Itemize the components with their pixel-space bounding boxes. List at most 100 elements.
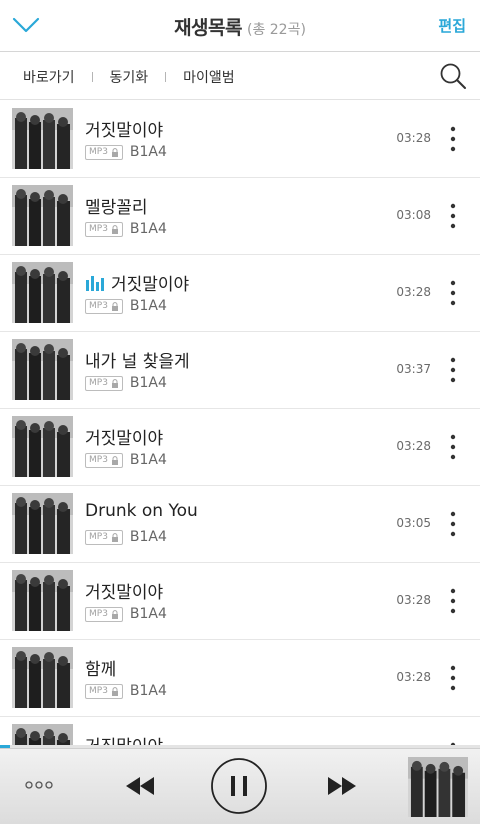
format-label: MP3 xyxy=(89,301,108,311)
artist-name: B1A4 xyxy=(129,375,167,391)
nav-my-album[interactable]: 마이앨범 xyxy=(183,67,235,87)
lock-icon xyxy=(111,224,118,234)
edit-button[interactable]: 편집 xyxy=(438,15,466,36)
player-menu-button[interactable] xyxy=(24,773,54,797)
playlist-row[interactable]: 내가 널 찾을게 MP3 B1A4 03:37 xyxy=(0,332,480,409)
duration: 03:05 xyxy=(396,516,431,530)
previous-icon xyxy=(126,777,154,795)
duration: 03:37 xyxy=(396,362,431,376)
song-title: 거짓말이야 xyxy=(85,583,164,603)
more-vertical-icon xyxy=(450,357,456,383)
more-vertical-icon xyxy=(450,126,456,152)
previous-button[interactable] xyxy=(124,775,156,797)
format-badge: MP3 xyxy=(85,298,123,314)
more-vertical-icon xyxy=(450,511,456,537)
song-title: 거짓말이야 xyxy=(111,275,190,295)
format-badge: MP3 xyxy=(85,683,123,699)
song-meta: MP3 B1A4 xyxy=(85,529,167,545)
more-options-button[interactable] xyxy=(443,356,463,384)
duration: 03:28 xyxy=(396,593,431,607)
search-button[interactable] xyxy=(438,61,468,91)
more-options-button[interactable] xyxy=(443,433,463,461)
divider xyxy=(165,72,167,82)
song-title: 거짓말이야 xyxy=(85,121,164,141)
playlist-row[interactable]: 거짓말이야 MP3B1A4 03:28 xyxy=(0,409,480,486)
song-title-wrap: 거짓말이야 xyxy=(85,116,163,141)
playlist-row[interactable]: Drunk on You MP3 B1A4 03:05 xyxy=(0,486,480,563)
sub-navigation: 바로가기 동기화 마이앨범 xyxy=(0,52,480,100)
more-options-button[interactable] xyxy=(443,202,463,230)
title-wrap: 재생목록 (총 22곡) xyxy=(0,13,480,40)
playlist-row[interactable]: 멜랑꼴리 MP3 B1A4 03:08 xyxy=(0,178,480,255)
playlist-row[interactable]: 거짓말이야MP3 B1A4 03:28 xyxy=(0,255,480,332)
more-options-button[interactable] xyxy=(443,279,463,307)
album-art-image xyxy=(12,339,73,400)
album-art xyxy=(12,262,73,323)
artist-name: B1A4 xyxy=(129,606,167,622)
more-options-button[interactable] xyxy=(443,587,463,615)
album-art-image xyxy=(12,262,73,323)
album-art xyxy=(12,416,73,477)
album-art xyxy=(12,493,73,554)
lock-icon xyxy=(111,686,118,696)
pause-icon xyxy=(211,758,267,814)
more-vertical-icon xyxy=(450,434,456,460)
more-options-button[interactable] xyxy=(443,125,463,153)
header: 재생목록 (총 22곡) 편집 xyxy=(0,0,480,52)
song-meta: MP3 B1A4 xyxy=(85,452,167,468)
album-art-image xyxy=(12,108,73,169)
more-options-button[interactable] xyxy=(443,664,463,692)
player-bar xyxy=(0,748,480,824)
album-art-image xyxy=(12,185,73,246)
song-meta: MP3 B1A4 xyxy=(85,375,167,391)
album-art xyxy=(12,570,73,631)
duration: 03:28 xyxy=(396,439,431,453)
format-badge: MP3 xyxy=(85,375,123,391)
format-label: MP3 xyxy=(89,686,108,696)
lock-icon xyxy=(111,455,118,465)
song-title-wrap: Drunk on You xyxy=(85,501,198,521)
playlist-row[interactable]: 거짓말이야 MP3 B1A4 03:28 xyxy=(0,563,480,640)
lock-icon xyxy=(111,301,118,311)
now-playing-equalizer-icon xyxy=(86,276,104,291)
next-button[interactable] xyxy=(326,775,358,797)
duration: 03:28 xyxy=(396,670,431,684)
album-art-image xyxy=(408,757,468,817)
nav-sync[interactable]: 동기화 xyxy=(110,67,149,87)
lock-icon xyxy=(111,378,118,388)
album-art-image xyxy=(12,493,73,554)
more-options-button[interactable] xyxy=(443,510,463,538)
duration: 03:28 xyxy=(396,285,431,299)
artist-name: B1A4 xyxy=(129,529,167,545)
playlist-row[interactable]: 함께 MP3 B1A4 03:28 xyxy=(0,640,480,717)
song-title: 함께 xyxy=(85,660,117,680)
song-title-wrap: 거짓말이야 xyxy=(85,270,189,295)
song-meta: MP3 B1A4 xyxy=(85,298,167,314)
nav-shortcut[interactable]: 바로가기 xyxy=(23,67,75,87)
song-title: 거짓말이야 xyxy=(85,429,164,449)
format-badge: MP3 xyxy=(85,452,123,468)
format-label: MP3 xyxy=(89,609,108,619)
quick-links: 바로가기 동기화 마이앨범 xyxy=(23,67,235,87)
format-badge: MP3 xyxy=(85,221,123,237)
pause-button[interactable] xyxy=(210,757,268,815)
divider xyxy=(91,72,93,82)
song-title-wrap: 거짓말이야 xyxy=(85,424,163,449)
playlist-row[interactable]: 거짓말이야MP3B1A403:28 xyxy=(0,101,480,178)
duration: 03:28 xyxy=(396,131,431,145)
album-art xyxy=(12,108,73,169)
format-label: MP3 xyxy=(89,378,108,388)
format-badge: MP3 xyxy=(85,529,123,545)
song-meta: MP3 B1A4 xyxy=(85,606,167,622)
now-playing-album-art[interactable] xyxy=(408,757,468,817)
artist-name: B1A4 xyxy=(129,298,167,314)
song-meta: MP3 B1A4 xyxy=(85,683,167,699)
song-title-wrap: 함께 xyxy=(85,655,116,680)
song-title-wrap: 멜랑꼴리 xyxy=(85,193,148,218)
playlist: 거짓말이야 MP3 B1A4 03:28 멜랑꼴리 MP3 B1A4 03:08 거짓말이야 MP… xyxy=(0,101,480,794)
format-label: MP3 xyxy=(89,224,108,234)
lock-icon xyxy=(111,609,118,619)
artist-name: B1A4 xyxy=(129,683,167,699)
artist-name: B1A4 xyxy=(129,144,167,160)
artist-name: B1A4 xyxy=(129,221,167,237)
